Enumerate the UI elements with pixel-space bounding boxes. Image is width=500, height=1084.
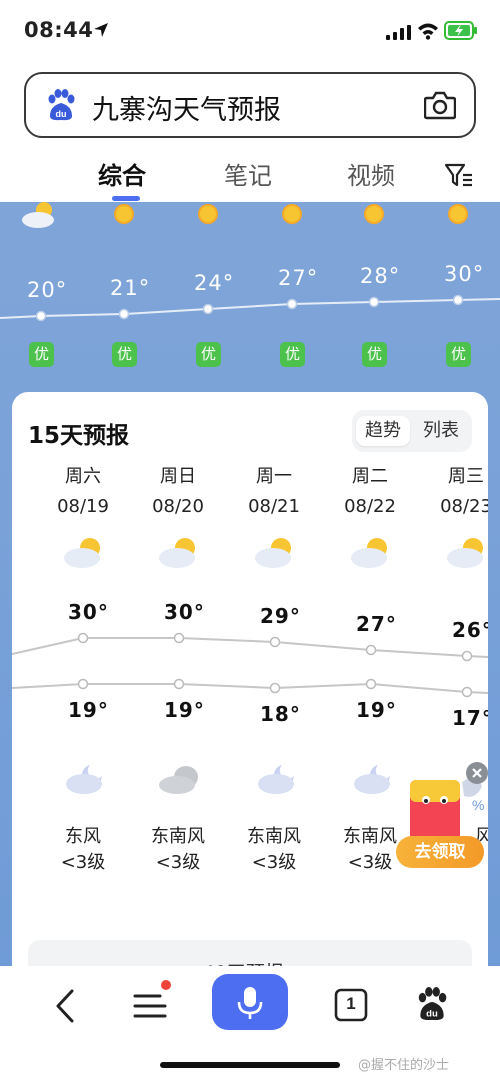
wind-level: <3级 <box>60 852 106 873</box>
baidu-paw-icon: du <box>48 89 75 121</box>
location-arrow-icon <box>94 23 108 37</box>
close-icon <box>472 768 482 778</box>
toggle-trend[interactable]: 趋势 <box>356 416 410 446</box>
signal-icon <box>386 25 411 40</box>
day-name: 周日 <box>160 466 196 487</box>
partly-cloudy-icon <box>159 538 195 568</box>
day-name: 周二 <box>352 466 388 487</box>
day-name: 周六 <box>65 466 101 487</box>
low-temp: 17° <box>452 706 488 730</box>
result-tabs: 综合 笔记 视频 <box>0 150 500 202</box>
hourly-temp: 28° <box>360 264 401 288</box>
aqi-badge: 优 <box>29 342 54 367</box>
forecast-day[interactable]: 周六 08/19 <box>35 462 131 517</box>
wind-level: <3级 <box>251 852 297 873</box>
wifi-icon <box>418 23 438 40</box>
sun-icon <box>364 204 384 224</box>
forecast-day[interactable]: 周日 08/20 <box>130 462 226 517</box>
moon-cloud-icon <box>354 765 390 794</box>
bottom-toolbar: 1 du @握不住的沙士 <box>0 966 500 1084</box>
partly-cloudy-icon <box>64 538 100 568</box>
promo-close-button[interactable] <box>466 762 488 784</box>
day-date: 08/19 <box>57 496 109 517</box>
forecast-card: 15天预报 趋势 列表 周六 08/19 周日 08/20 周一 08/21 周… <box>12 392 488 966</box>
tab-comprehensive[interactable]: 综合 <box>98 156 146 191</box>
day-date: 08/23 <box>440 496 488 517</box>
camera-icon[interactable] <box>424 90 456 120</box>
hourly-temp: 30° <box>444 262 485 286</box>
day-date: 08/21 <box>248 496 300 517</box>
hourly-temp: 20° <box>27 278 68 302</box>
low-temp: 18° <box>260 702 301 726</box>
moon-cloud-icon <box>258 765 294 794</box>
tab-count: 1 <box>346 994 356 1013</box>
tabs-count-button[interactable]: 1 <box>334 988 368 1022</box>
active-tab-indicator <box>112 196 140 201</box>
forecast-day[interactable]: 周三 08/23 <box>418 462 488 517</box>
forecast-title: 15天预报 <box>28 423 130 449</box>
partly-cloudy-icon <box>351 538 387 568</box>
hourly-temp: 21° <box>110 276 151 300</box>
home-indicator <box>160 1062 340 1068</box>
wind-direction: 东南风 <box>247 826 301 847</box>
high-temp: 30° <box>68 600 109 624</box>
menu-icon[interactable] <box>132 990 168 1022</box>
day-name: 周一 <box>256 466 292 487</box>
day-name: 周三 <box>448 466 484 487</box>
sun-icon <box>448 204 468 224</box>
aqi-badge: 优 <box>280 342 305 367</box>
view-toggle: 趋势 列表 <box>352 410 472 452</box>
day-date: 08/20 <box>152 496 204 517</box>
hourly-trend <box>0 202 500 322</box>
wind-direction: 东南风 <box>151 826 205 847</box>
status-time: 08:44 <box>24 18 94 42</box>
sun-icon <box>282 204 302 224</box>
hourly-temp: 24° <box>194 271 235 295</box>
forecast-day[interactable]: 周二 08/22 <box>322 462 418 517</box>
promo-claim-button[interactable]: 去领取 <box>396 836 484 868</box>
filter-icon[interactable] <box>444 162 474 188</box>
battery-charging-icon <box>444 21 477 40</box>
search-bar[interactable]: du 九寨沟天气预报 <box>24 72 476 138</box>
svg-text:du: du <box>426 1009 438 1020</box>
high-temp: 30° <box>164 600 205 624</box>
forecast-day[interactable]: 周一 08/21 <box>226 462 322 517</box>
partly-cloudy-icon <box>22 202 54 228</box>
svg-text:du: du <box>56 109 67 119</box>
wind-level: <3级 <box>155 852 201 873</box>
aqi-badge: 优 <box>362 342 387 367</box>
high-temp: 27° <box>356 612 397 636</box>
aqi-badge: 优 <box>446 342 471 367</box>
day-date: 08/22 <box>344 496 396 517</box>
high-temp: 29° <box>260 604 301 628</box>
notification-dot <box>161 980 171 990</box>
back-icon[interactable] <box>50 988 80 1024</box>
voice-search-button[interactable] <box>212 974 288 1030</box>
svg-text:%: % <box>472 797 484 813</box>
low-temp: 19° <box>164 698 205 722</box>
low-temp: 19° <box>356 698 397 722</box>
sun-icon <box>114 204 134 224</box>
low-temp: 19° <box>68 698 109 722</box>
sun-icon <box>198 204 218 224</box>
microphone-icon <box>237 987 263 1019</box>
hourly-temp: 27° <box>278 266 319 290</box>
tab-video[interactable]: 视频 <box>347 156 395 191</box>
watermark: @握不住的沙士 <box>358 1058 450 1073</box>
status-bar: 08:44 <box>0 0 500 62</box>
search-input[interactable]: 九寨沟天气预报 <box>92 88 281 127</box>
baidu-home-icon[interactable]: du <box>414 986 450 1022</box>
aqi-badge: 优 <box>196 342 221 367</box>
partly-cloudy-icon <box>255 538 291 568</box>
aqi-badge: 优 <box>112 342 137 367</box>
moon-cloud-icon <box>66 765 102 794</box>
40-day-forecast-button[interactable]: 40天预报 › <box>28 940 472 966</box>
tab-notes[interactable]: 笔记 <box>224 156 272 191</box>
partly-cloudy-icon <box>447 538 483 568</box>
wind-direction: 东风 <box>65 826 101 847</box>
high-temp: 26° <box>452 618 488 642</box>
cloudy-icon <box>159 766 198 794</box>
toggle-list[interactable]: 列表 <box>414 416 468 446</box>
